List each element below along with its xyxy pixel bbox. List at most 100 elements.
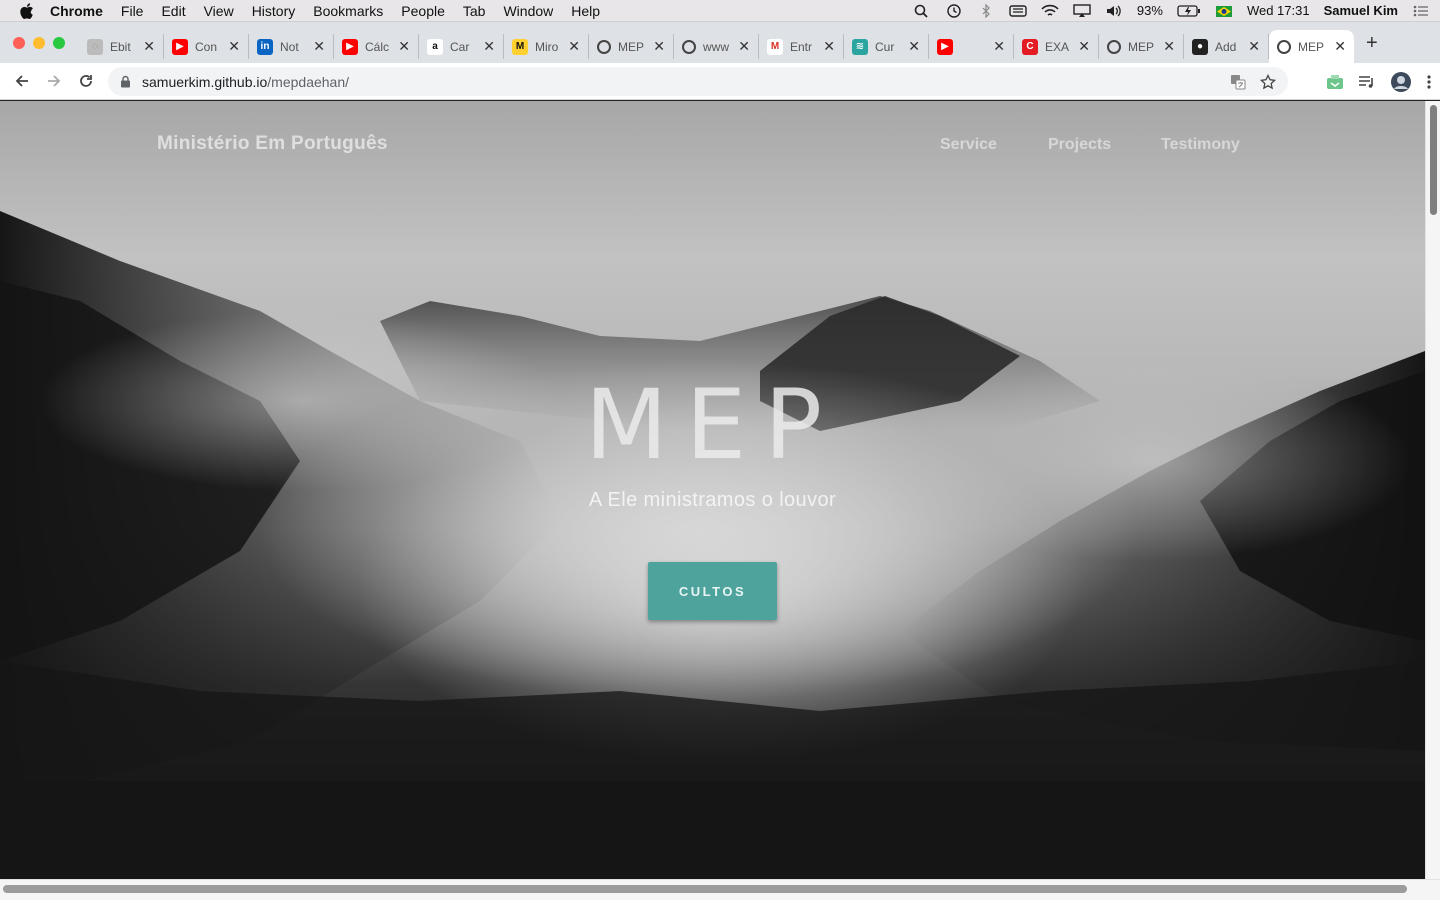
hero-subtitle: A Ele ministramos o louvor: [588, 489, 837, 511]
youtube-icon: ▶: [342, 38, 358, 55]
apple-menu-icon[interactable]: [20, 2, 34, 19]
close-tab-icon[interactable]: ✕: [908, 38, 920, 55]
close-window-button[interactable]: [13, 37, 25, 49]
browser-toolbar: samuerkim.github.io/mepdaehan/: [0, 63, 1440, 100]
chrome-menu-icon[interactable]: [1426, 74, 1432, 90]
close-tab-icon[interactable]: ✕: [398, 38, 410, 55]
menu-history[interactable]: History: [252, 3, 296, 19]
browser-tab[interactable]: MEP ✕: [1269, 30, 1354, 63]
browser-tab[interactable]: C EXA ✕: [1014, 34, 1099, 59]
menubar-clock[interactable]: Wed 17:31: [1247, 3, 1310, 18]
miro-icon: M: [512, 38, 528, 55]
airplay-icon[interactable]: [1073, 3, 1091, 18]
menu-bookmarks[interactable]: Bookmarks: [313, 3, 383, 19]
vertical-scrollbar[interactable]: [1425, 101, 1440, 880]
battery-charging-icon[interactable]: [1177, 4, 1201, 18]
horizontal-scroll-thumb[interactable]: [3, 885, 1407, 893]
close-tab-icon[interactable]: ✕: [1248, 38, 1260, 55]
lock-icon[interactable]: [120, 75, 131, 88]
close-tab-icon[interactable]: ✕: [1163, 38, 1175, 55]
browser-tab[interactable]: M Miro ✕: [504, 34, 589, 59]
tab-title: Con: [195, 39, 218, 54]
tab-title: Ebit: [110, 39, 131, 54]
browser-tab[interactable]: MEP ✕: [589, 34, 674, 59]
menu-file[interactable]: File: [121, 3, 144, 19]
flag-brazil-icon[interactable]: [1215, 4, 1233, 18]
browser-tab[interactable]: ≋ Cur ✕: [844, 34, 929, 59]
nav-link-projects[interactable]: Projects: [1048, 136, 1111, 154]
back-button[interactable]: [6, 65, 38, 97]
bookmark-star-icon[interactable]: [1260, 73, 1276, 90]
minimize-window-button[interactable]: [33, 37, 45, 49]
site-navbar: Ministério Em Português Service Projects…: [0, 101, 1425, 187]
tab-title: EXA: [1045, 39, 1070, 54]
spotlight-search-icon[interactable]: [913, 4, 931, 18]
volume-icon[interactable]: [1105, 4, 1123, 18]
bluetooth-icon[interactable]: [977, 3, 995, 18]
media-queue-icon[interactable]: [1358, 74, 1376, 90]
close-tab-icon[interactable]: ✕: [483, 38, 495, 55]
menubar-user[interactable]: Samuel Kim: [1324, 3, 1398, 18]
close-tab-icon[interactable]: ✕: [143, 38, 155, 55]
close-tab-icon[interactable]: ✕: [228, 38, 240, 55]
browser-tab[interactable]: in Not ✕: [249, 34, 334, 59]
close-tab-icon[interactable]: ✕: [1334, 38, 1346, 55]
address-bar[interactable]: samuerkim.github.io/mepdaehan/: [108, 67, 1288, 96]
close-tab-icon[interactable]: ✕: [313, 38, 325, 55]
menu-tab[interactable]: Tab: [463, 3, 486, 19]
close-tab-icon[interactable]: ✕: [568, 38, 580, 55]
profile-avatar-icon[interactable]: [1390, 71, 1412, 93]
close-tab-icon[interactable]: ✕: [653, 38, 665, 55]
tab-title: Entr: [790, 39, 813, 54]
tab-title: www: [703, 39, 729, 54]
vertical-scroll-thumb[interactable]: [1430, 105, 1437, 215]
menu-edit[interactable]: Edit: [161, 3, 185, 19]
horizontal-scrollbar[interactable]: [0, 879, 1440, 900]
tab-title: MEP: [1128, 39, 1155, 54]
nav-link-testimony[interactable]: Testimony: [1161, 136, 1240, 154]
browser-tab-strip: ◌ Ebit ✕ ▶ Con ✕ in Not ✕ ▶ Cálc ✕ a Car ✕ M Miro ✕ MEP ✕ ww…: [0, 22, 1440, 63]
close-tab-icon[interactable]: ✕: [823, 38, 835, 55]
forward-button[interactable]: [38, 65, 70, 97]
new-tab-button[interactable]: +: [1366, 32, 1378, 55]
browser-tab[interactable]: MEP ✕: [1099, 34, 1184, 59]
macos-menubar: Chrome File Edit View History Bookmarks …: [0, 0, 1440, 22]
browser-tab[interactable]: a Car ✕: [419, 34, 504, 59]
close-tab-icon[interactable]: ✕: [738, 38, 750, 55]
back-arrow-icon: [15, 75, 28, 87]
globe-icon: [1107, 39, 1121, 54]
site-brand-link[interactable]: Ministério Em Português: [157, 133, 388, 155]
reload-icon: [80, 75, 92, 87]
cultos-button[interactable]: CULTOS: [648, 562, 777, 620]
browser-tab[interactable]: ▶ ✕: [929, 34, 1014, 59]
menu-app-name[interactable]: Chrome: [50, 3, 103, 19]
browser-tab[interactable]: ◌ Ebit ✕: [79, 34, 164, 59]
forward-arrow-icon: [48, 75, 61, 87]
nav-link-service[interactable]: Service: [940, 136, 997, 154]
extension-icon[interactable]: [1326, 74, 1344, 90]
time-machine-icon[interactable]: [945, 3, 963, 18]
browser-tab[interactable]: ▶ Cálc ✕: [334, 34, 419, 59]
exam-icon: C: [1022, 38, 1038, 55]
translate-icon[interactable]: [1230, 74, 1246, 90]
keyboard-icon[interactable]: [1009, 4, 1027, 18]
notification-center-icon[interactable]: [1412, 4, 1430, 18]
battery-percent[interactable]: 93%: [1137, 3, 1163, 18]
menu-view[interactable]: View: [204, 3, 234, 19]
wifi-icon[interactable]: [1041, 4, 1059, 18]
reload-button[interactable]: [70, 65, 102, 97]
close-tab-icon[interactable]: ✕: [1078, 38, 1090, 55]
browser-tab[interactable]: M Entr ✕: [759, 34, 844, 59]
tab-title: Add: [1215, 39, 1237, 54]
zoom-window-button[interactable]: [53, 37, 65, 49]
toolbar-right-actions: [1326, 63, 1432, 100]
browser-tab[interactable]: ▶ Con ✕: [164, 34, 249, 59]
tab-title: Car: [450, 39, 470, 54]
browser-tab[interactable]: ● Add ✕: [1184, 34, 1269, 59]
menu-help[interactable]: Help: [571, 3, 600, 19]
close-tab-icon[interactable]: ✕: [993, 38, 1005, 55]
globe-icon: [1277, 39, 1291, 54]
browser-tab[interactable]: www ✕: [674, 34, 759, 59]
menu-people[interactable]: People: [401, 3, 445, 19]
menu-window[interactable]: Window: [503, 3, 553, 19]
